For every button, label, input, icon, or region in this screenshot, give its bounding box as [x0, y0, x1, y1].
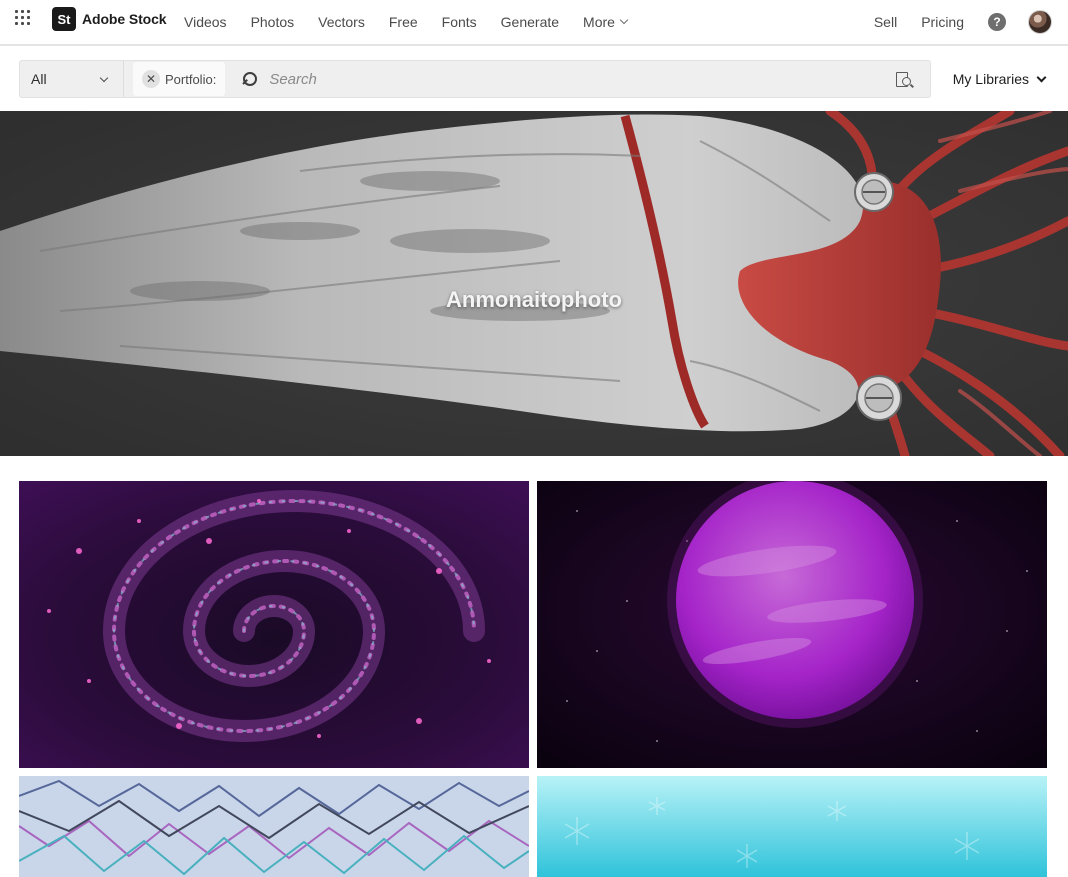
portfolio-filter-chip: ✕ Portfolio: — [133, 62, 226, 96]
chevron-down-icon — [1036, 72, 1047, 83]
chevron-down-icon — [99, 73, 109, 82]
right-nav: Sell Pricing ? — [850, 0, 1052, 44]
nav-generate[interactable]: Generate — [501, 14, 559, 30]
help-icon[interactable]: ? — [988, 13, 1006, 31]
nav-sell[interactable]: Sell — [874, 14, 897, 30]
thumbnail-image — [19, 481, 529, 768]
nav-pricing[interactable]: Pricing — [921, 14, 964, 30]
adobe-stock-logo: St — [52, 7, 76, 31]
brand-name: Adobe Stock — [82, 11, 167, 27]
hero-squid-illustration — [0, 111, 1068, 456]
nav-fonts[interactable]: Fonts — [442, 14, 477, 30]
gallery-tile-snowflake-background[interactable] — [537, 776, 1047, 877]
brand-home-link[interactable]: St Adobe Stock — [52, 7, 167, 31]
gallery-tile-scribble-texture[interactable] — [19, 776, 529, 877]
portfolio-chip-label: Portfolio: — [165, 71, 217, 87]
gallery-tile-purple-planet[interactable] — [537, 481, 1047, 768]
chevron-down-icon — [619, 15, 629, 25]
app-grid-icon[interactable] — [15, 10, 31, 26]
main-nav-links: Videos Photos Vectors Free Fonts Generat… — [172, 0, 639, 44]
thumbnail-image — [19, 776, 529, 877]
search-icon[interactable] — [243, 72, 258, 86]
search-input[interactable] — [269, 70, 870, 88]
portfolio-title: Anmonaitophoto — [446, 287, 622, 312]
search-row: All ✕ Portfolio: My Libraries — [19, 60, 1049, 98]
asset-type-dropdown[interactable]: All — [20, 61, 124, 97]
top-navigation: St Adobe Stock Videos Photos Vectors Fre… — [0, 0, 1068, 46]
nav-videos[interactable]: Videos — [184, 14, 227, 30]
my-libraries-button[interactable]: My Libraries — [952, 60, 1047, 98]
asset-type-selected: All — [31, 71, 47, 87]
thumbnail-image — [537, 481, 1047, 768]
nav-photos[interactable]: Photos — [251, 14, 295, 30]
my-libraries-label: My Libraries — [952, 71, 1029, 87]
search-bar: All ✕ Portfolio: — [19, 60, 931, 98]
gallery-tile-spiral-galaxy[interactable] — [19, 481, 529, 768]
nav-more-label: More — [583, 14, 615, 30]
portfolio-hero-banner: Anmonaitophoto — [0, 111, 1068, 456]
nav-more-menu[interactable]: More — [583, 14, 629, 30]
user-avatar[interactable] — [1028, 10, 1052, 34]
thumbnail-image — [537, 776, 1047, 877]
visual-search-icon[interactable] — [896, 72, 914, 88]
nav-free[interactable]: Free — [389, 14, 418, 30]
close-icon[interactable]: ✕ — [142, 70, 160, 88]
nav-vectors[interactable]: Vectors — [318, 14, 365, 30]
